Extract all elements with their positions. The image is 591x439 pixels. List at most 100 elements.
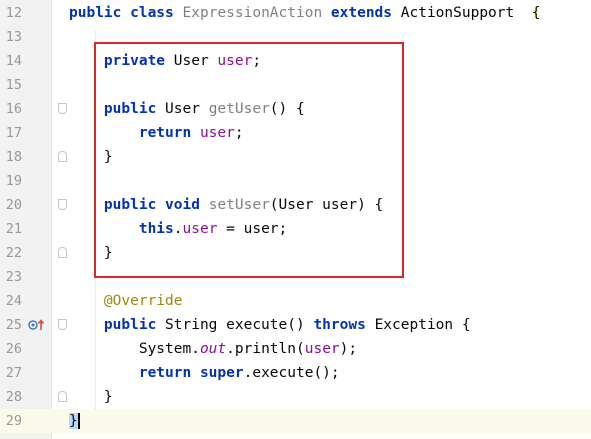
code-token: super — [199, 364, 244, 381]
fold-marker-icon[interactable] — [58, 102, 67, 114]
code-text[interactable]: public class ExpressionAction extends Ac… — [69, 1, 541, 25]
line-number: 14 — [5, 52, 22, 69]
line-number: 17 — [5, 124, 22, 141]
code-token: .execute(); — [243, 364, 340, 381]
code-line[interactable]: 23 — [0, 265, 591, 289]
line-number: 26 — [5, 340, 22, 357]
code-text[interactable]: this.user = user; — [69, 217, 287, 241]
code-token: = user; — [217, 220, 288, 237]
code-line[interactable]: 15 — [0, 73, 591, 97]
code-token: () { — [269, 100, 305, 117]
code-line[interactable]: 16 public User getUser() { — [0, 97, 591, 121]
code-line[interactable]: 18 } — [0, 145, 591, 169]
code-token: setUser — [208, 196, 270, 213]
code-text[interactable]: } — [69, 409, 80, 433]
code-text[interactable]: return super.execute(); — [69, 361, 340, 385]
line-number: 20 — [5, 196, 22, 213]
code-text[interactable]: public User getUser() { — [69, 97, 305, 121]
code-line[interactable]: 26 System.out.println(user); — [0, 337, 591, 361]
code-line[interactable]: 24 @Override — [0, 289, 591, 313]
code-line[interactable]: 28 } — [0, 385, 591, 409]
code-token: user — [199, 124, 235, 141]
line-number: 28 — [5, 388, 22, 405]
code-token: class — [130, 4, 183, 21]
code-token: getUser — [208, 100, 270, 117]
code-token: . — [173, 220, 183, 237]
code-line[interactable]: 27 return super.execute(); — [0, 361, 591, 385]
line-number: 15 — [5, 76, 22, 93]
code-token: extends — [330, 4, 401, 21]
code-line[interactable]: 21 this.user = user; — [0, 217, 591, 241]
code-line[interactable]: 22 } — [0, 241, 591, 265]
code-token: { — [531, 4, 541, 21]
code-token: public — [69, 316, 166, 333]
code-token: public — [69, 100, 166, 117]
line-number: 16 — [5, 100, 22, 117]
line-number: 12 — [5, 4, 22, 21]
code-token: out — [199, 340, 227, 357]
fold-marker-icon[interactable] — [58, 246, 67, 258]
code-text[interactable]: } — [69, 241, 113, 265]
code-token: public — [69, 4, 131, 21]
code-line[interactable]: 13 — [0, 25, 591, 49]
line-number: 22 — [5, 244, 22, 261]
code-token: user — [217, 52, 253, 69]
code-token: ExpressionAction — [182, 4, 331, 21]
code-token: .println( — [226, 340, 305, 357]
code-token: } — [69, 148, 113, 165]
code-token: @Override — [69, 292, 183, 309]
fold-marker-icon[interactable] — [58, 318, 67, 330]
line-number: 24 — [5, 292, 22, 309]
code-text[interactable]: } — [69, 145, 113, 169]
code-line[interactable]: 17 return user; — [0, 121, 591, 145]
code-line[interactable]: 12 public class ExpressionAction extends … — [0, 1, 591, 25]
code-token: user — [182, 220, 218, 237]
fold-marker-icon[interactable] — [58, 150, 67, 162]
code-token: this — [69, 220, 174, 237]
code-token: } — [69, 412, 80, 429]
code-text[interactable]: } — [69, 385, 113, 409]
indent-guide — [95, 30, 96, 410]
line-number: 21 — [5, 220, 22, 237]
code-token: () — [287, 316, 314, 333]
code-token: String — [165, 316, 227, 333]
code-token: user — [304, 340, 340, 357]
code-token: public — [69, 196, 166, 213]
code-token: ; — [234, 124, 244, 141]
code-token: } — [69, 244, 113, 261]
line-number: 23 — [5, 268, 22, 285]
code-line[interactable]: 29} — [0, 408, 591, 433]
code-token: } — [69, 388, 113, 405]
code-line[interactable]: 20 public void setUser(User user) { — [0, 193, 591, 217]
code-text[interactable]: System.out.println(user); — [69, 337, 357, 361]
line-number: 13 — [5, 28, 22, 45]
code-token: Exception { — [374, 316, 471, 333]
code-token: throws — [313, 316, 375, 333]
override-method-icon[interactable] — [28, 318, 48, 331]
fold-marker-icon[interactable] — [58, 198, 67, 210]
code-token: ; — [252, 52, 262, 69]
fold-marker-icon[interactable] — [58, 390, 67, 402]
code-line[interactable]: 14 private User user; — [0, 49, 591, 73]
code-line[interactable]: 25 public String execute() throws Except… — [0, 313, 591, 337]
code-token: return — [69, 124, 200, 141]
line-number: 19 — [5, 172, 22, 189]
line-number: 18 — [5, 148, 22, 165]
code-token: private — [69, 52, 174, 69]
line-number: 25 — [5, 316, 22, 333]
code-text[interactable]: private User user; — [69, 49, 261, 73]
line-number: 27 — [5, 364, 22, 381]
code-token: ActionSupport — [400, 4, 532, 21]
code-token: execute — [226, 316, 288, 333]
code-token: System. — [69, 340, 200, 357]
code-text[interactable]: @Override — [69, 289, 183, 313]
code-token: ); — [339, 340, 358, 357]
code-token: (User user) { — [269, 196, 384, 213]
code-token: User — [173, 52, 218, 69]
code-text[interactable]: public String execute() throws Exception… — [69, 313, 471, 337]
code-line[interactable]: 19 — [0, 169, 591, 193]
code-editor[interactable]: 12 public class ExpressionAction extends … — [0, 0, 591, 439]
code-token: return — [69, 364, 200, 381]
code-text[interactable]: public void setUser(User user) { — [69, 193, 383, 217]
code-token: void — [165, 196, 209, 213]
